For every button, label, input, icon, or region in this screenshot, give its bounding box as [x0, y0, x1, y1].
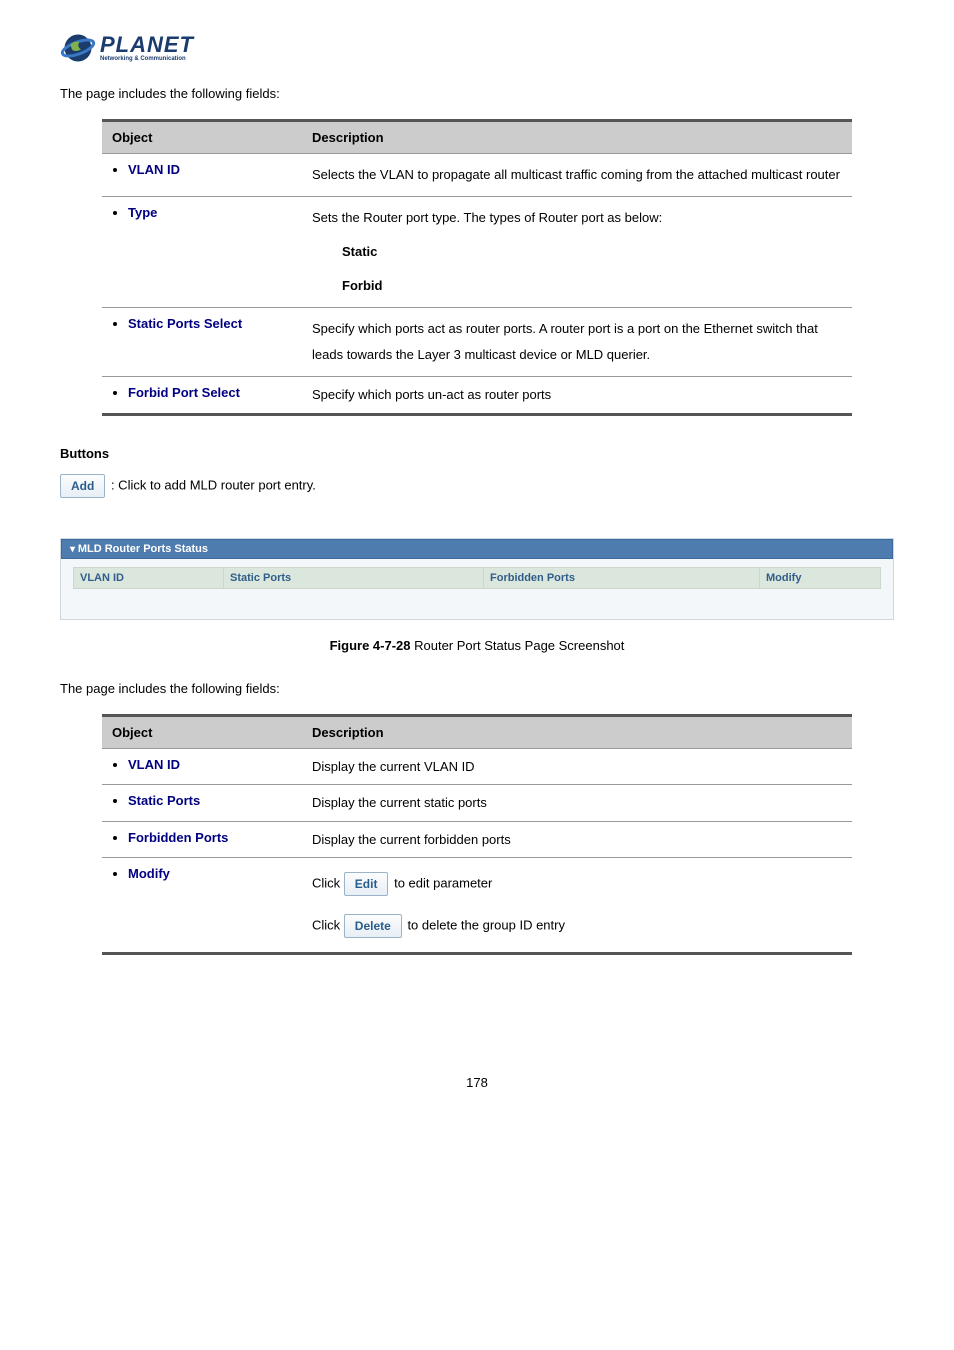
desc-static-ports-select: Specify which ports act as router ports.… — [302, 308, 852, 377]
intro-text-2: The page includes the following fields: — [60, 681, 894, 696]
click-post-delete: to delete the group ID entry — [407, 917, 565, 932]
col-modify: Modify — [760, 568, 880, 588]
desc2-static-ports: Display the current static ports — [302, 785, 852, 822]
th-description-2: Description — [302, 715, 852, 748]
th-object-2: Object — [102, 715, 302, 748]
obj-type: Type — [128, 205, 157, 220]
desc-type-line: Sets the Router port type. The types of … — [312, 210, 662, 225]
opt-static: Static — [342, 239, 842, 265]
desc-forbid-port-select: Specify which ports un-act as router por… — [302, 377, 852, 415]
obj-forbid-port-select: Forbid Port Select — [128, 385, 240, 400]
col-vlan-id: VLAN ID — [74, 568, 224, 588]
logo: PLANET Networking & Communication — [60, 30, 894, 66]
obj2-modify: Modify — [128, 866, 170, 881]
desc2-forbidden-ports: Display the current forbidden ports — [302, 821, 852, 858]
logo-tagline: Networking & Communication — [100, 56, 194, 62]
obj2-static-ports: Static Ports — [128, 793, 200, 808]
add-button-text: : Click to add MLD router port entry. — [111, 477, 316, 492]
col-static-ports: Static Ports — [224, 568, 484, 588]
obj2-vlan-id: VLAN ID — [128, 757, 180, 772]
click-pre-delete: Click — [312, 917, 344, 932]
obj2-forbidden-ports: Forbidden Ports — [128, 830, 228, 845]
click-post-edit: to edit parameter — [394, 875, 492, 890]
page-number: 178 — [60, 1075, 894, 1090]
delete-button[interactable]: Delete — [344, 914, 402, 938]
fields-table-2: Object Description VLAN ID Display the c… — [102, 714, 852, 956]
logo-text: PLANET — [100, 34, 194, 56]
opt-forbid: Forbid — [342, 273, 842, 299]
figure-caption: Figure 4-7-28 Router Port Status Page Sc… — [60, 638, 894, 653]
router-port-status-panel: MLD Router Ports Status VLAN ID Static P… — [60, 538, 894, 620]
click-pre-edit: Click — [312, 875, 344, 890]
add-button[interactable]: Add — [60, 474, 105, 498]
buttons-heading: Buttons — [60, 446, 894, 461]
th-description: Description — [302, 121, 852, 154]
col-forbidden-ports: Forbidden Ports — [484, 568, 760, 588]
figure-number: Figure 4-7-28 — [330, 638, 411, 653]
th-object: Object — [102, 121, 302, 154]
planet-globe-icon — [60, 30, 96, 66]
obj-vlan-id: VLAN ID — [128, 162, 180, 177]
desc2-vlan-id: Display the current VLAN ID — [302, 748, 852, 785]
status-table-header: VLAN ID Static Ports Forbidden Ports Mod… — [73, 567, 881, 589]
obj-static-ports-select: Static Ports Select — [128, 316, 242, 331]
intro-text-1: The page includes the following fields: — [60, 86, 894, 101]
figure-title: Router Port Status Page Screenshot — [411, 638, 625, 653]
panel-title[interactable]: MLD Router Ports Status — [61, 539, 893, 559]
desc-vlan-id: Selects the VLAN to propagate all multic… — [302, 154, 852, 197]
fields-table-1: Object Description VLAN ID Selects the V… — [102, 119, 852, 416]
edit-button[interactable]: Edit — [344, 872, 389, 896]
